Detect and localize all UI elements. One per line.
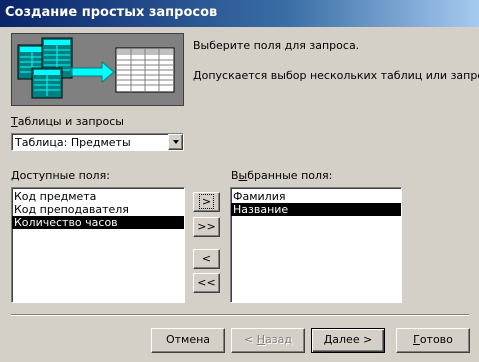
wizard-illustration: [11, 33, 184, 106]
add-all-label: >>: [197, 220, 216, 233]
back-label-mnemonic: Н: [256, 333, 266, 346]
dropdown-button[interactable]: [168, 134, 183, 150]
next-button[interactable]: Далее >: [311, 328, 385, 353]
available-label-mnemonic: Д: [11, 169, 20, 182]
next-label-mnemonic: Д: [323, 333, 333, 346]
finish-label-rest: отово: [419, 333, 453, 346]
chevron-down-icon: [173, 140, 179, 144]
add-all-fields-button[interactable]: >>: [193, 217, 220, 237]
remove-all-fields-button[interactable]: <<: [193, 273, 220, 293]
finish-button[interactable]: Готово: [396, 328, 470, 353]
instruction-text: Выберите поля для запроса.: [193, 39, 360, 52]
window-title: Создание простых запросов: [5, 5, 218, 20]
tables-queries-selected-value: Таблица: Предметы: [15, 136, 131, 149]
remove-all-label: <<: [197, 276, 216, 289]
cancel-label: Отмена: [165, 333, 211, 346]
tables-to-query-illustration: [12, 34, 183, 105]
selected-field-item[interactable]: Фамилия: [231, 190, 401, 203]
available-label-rest: оступные поля:: [19, 169, 110, 182]
selected-label-rest: бранные поля:: [247, 169, 333, 182]
next-label-rest: алее >: [332, 333, 373, 346]
tables-label-mnemonic: Т: [11, 115, 18, 128]
tables-label-rest: аблицы и запросы: [17, 115, 124, 128]
finish-label-mnemonic: Г: [413, 333, 420, 346]
available-field-item[interactable]: Код преподавателя: [12, 203, 184, 216]
tables-queries-select[interactable]: Таблица: Предметы: [11, 133, 184, 151]
add-field-button[interactable]: >: [193, 192, 220, 212]
available-field-item[interactable]: Код предмета: [12, 190, 184, 203]
add-field-label: >: [198, 194, 215, 209]
selected-fields-label: Выбранные поля:: [231, 169, 332, 182]
title-bar[interactable]: Создание простых запросов: [0, 0, 479, 27]
query-wizard-window: Создание простых запросов Выберите поля …: [0, 0, 479, 362]
back-label-pre: <: [244, 333, 257, 346]
available-fields-list[interactable]: Код предмета Код преподавателя Количеств…: [11, 187, 185, 303]
multiple-sources-text: Допускается выбор нескольких таблиц или …: [193, 69, 479, 82]
cancel-button[interactable]: Отмена: [151, 328, 225, 353]
selected-field-item-selected[interactable]: Название: [231, 203, 401, 216]
selected-label-pre: В: [231, 169, 239, 182]
remove-field-label: <: [201, 252, 212, 265]
selected-label-mnemonic: ы: [238, 169, 248, 182]
available-field-item-selected[interactable]: Количество часов: [12, 216, 184, 229]
back-label-rest: азад: [265, 333, 292, 346]
selected-fields-list[interactable]: Фамилия Название: [230, 187, 402, 303]
tables-label: Таблицы и запросы: [11, 115, 124, 128]
available-fields-label: Доступные поля:: [11, 169, 110, 182]
result-table-icon: [115, 47, 175, 93]
back-button[interactable]: < Назад: [231, 328, 305, 353]
button-separator: [11, 314, 469, 316]
remove-field-button[interactable]: <: [193, 249, 220, 269]
